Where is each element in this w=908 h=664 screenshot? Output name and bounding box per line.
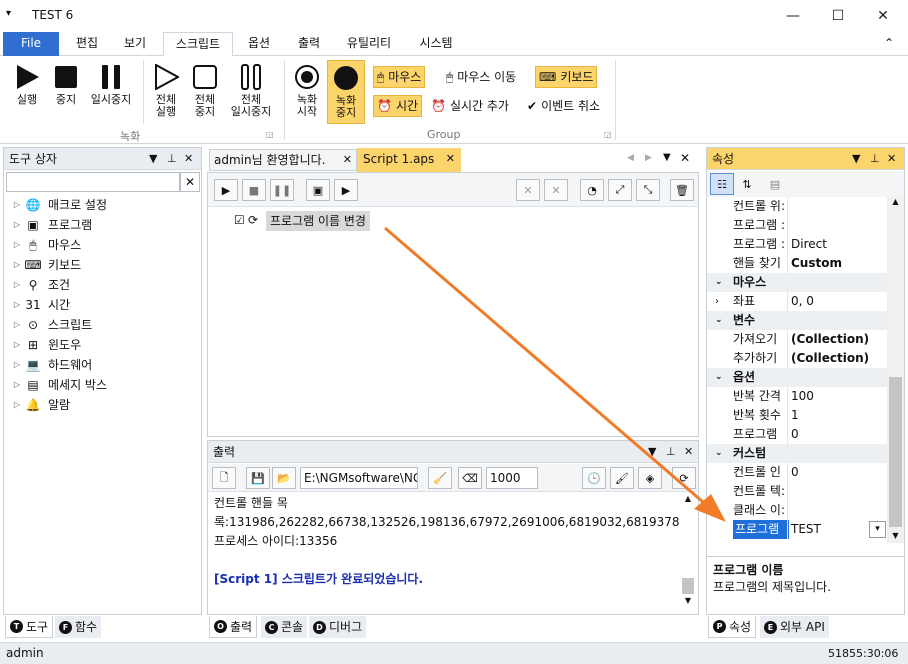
status-user: admin	[6, 646, 44, 660]
annotation-arrow	[384, 226, 726, 522]
status-bar: admin 51855:30:06	[0, 642, 908, 664]
status-clock: 51855:30:06	[828, 647, 899, 660]
